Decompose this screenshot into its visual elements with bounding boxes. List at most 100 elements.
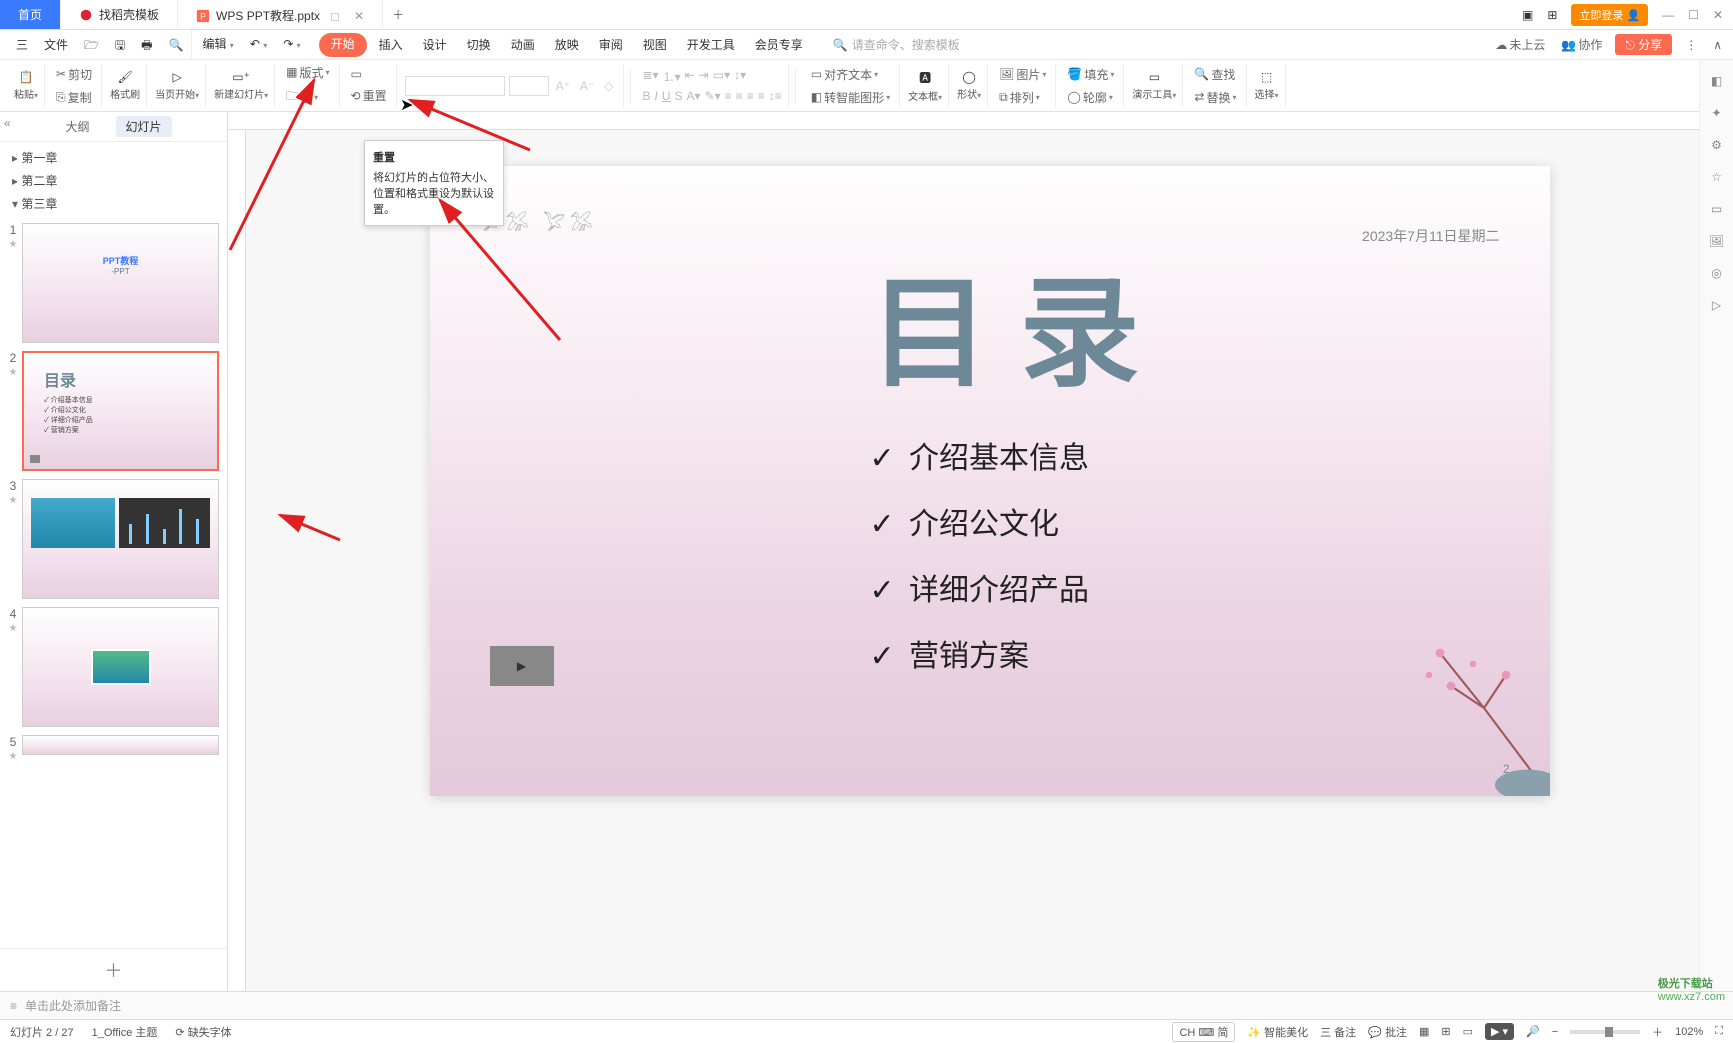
- view-normal-icon[interactable]: ▦: [1419, 1025, 1429, 1038]
- find-button[interactable]: 🔍 查找: [1191, 64, 1238, 85]
- textbox-button[interactable]: 文本框▾: [908, 88, 942, 103]
- comments-toggle[interactable]: 💬 批注: [1368, 1024, 1407, 1040]
- numbering-icon[interactable]: ⒈▾: [663, 68, 681, 85]
- align-justify-icon[interactable]: ≡: [758, 89, 765, 103]
- zoom-value[interactable]: 102%: [1675, 1026, 1703, 1038]
- cut-button[interactable]: ✂ 剪切: [53, 64, 95, 85]
- arrange-button[interactable]: ⧉ 排列▾: [996, 87, 1043, 108]
- tab-insert[interactable]: 插入: [369, 31, 413, 59]
- tab-close-icon[interactable]: ✕: [354, 9, 364, 23]
- align-left-icon[interactable]: ≡: [725, 89, 732, 103]
- clear-format-icon[interactable]: ◇: [601, 77, 616, 95]
- demo-tools-icon[interactable]: ▭: [1149, 70, 1160, 84]
- star-icon[interactable]: ★: [9, 239, 18, 250]
- view-sorter-icon[interactable]: ⊞: [1441, 1025, 1450, 1038]
- slide-thumbnail-5[interactable]: [22, 735, 219, 755]
- zoom-in-icon[interactable]: ＋: [1652, 1024, 1663, 1040]
- align-right-icon[interactable]: ≡: [747, 89, 754, 103]
- slide-title[interactable]: 目录: [870, 236, 1170, 410]
- dock-ai-icon[interactable]: ✦: [1711, 106, 1721, 120]
- font-size-select[interactable]: [509, 76, 549, 96]
- dock-object-icon[interactable]: ▭: [1711, 202, 1722, 216]
- collapse-ribbon-icon[interactable]: ∧: [1710, 36, 1725, 54]
- star-icon[interactable]: ★: [9, 495, 18, 506]
- decrease-font-icon[interactable]: A⁻: [577, 77, 597, 95]
- line-spacing-icon[interactable]: ↕≡: [769, 89, 782, 103]
- layout-switch-icon[interactable]: ▣: [1522, 8, 1533, 22]
- format-painter-icon[interactable]: 🖌: [117, 70, 132, 84]
- add-slide-button[interactable]: ＋: [0, 948, 227, 991]
- fit-screen-icon[interactable]: ⛶: [1715, 1025, 1723, 1038]
- new-slide-icon[interactable]: ▭⁺: [232, 70, 250, 84]
- play-from-button[interactable]: 当页开始▾: [155, 86, 199, 101]
- dock-present-icon[interactable]: ▷: [1712, 298, 1721, 312]
- new-slide-button[interactable]: 新建幻灯片▾: [214, 86, 268, 101]
- italic-icon[interactable]: I: [655, 89, 658, 103]
- select-icon[interactable]: ⬚: [1261, 70, 1272, 84]
- indent-left-icon[interactable]: ⇤: [685, 68, 695, 85]
- dock-image-icon[interactable]: 🖼: [1709, 234, 1724, 248]
- bold-icon[interactable]: B: [643, 89, 651, 103]
- text-direction-button[interactable]: ▭: [348, 65, 365, 83]
- tab-view[interactable]: 视图: [633, 31, 677, 59]
- underline-icon[interactable]: U: [662, 89, 671, 103]
- paste-icon[interactable]: 📋: [19, 70, 34, 84]
- align-center-icon[interactable]: ≡: [736, 89, 743, 103]
- slide-thumbnail-2[interactable]: 目录 ✓ 介绍基本信息 ✓ 介绍公文化 ✓ 详细介绍产品 ✓ 营销方案: [22, 351, 219, 471]
- reading-icon[interactable]: ▭▾: [713, 68, 730, 85]
- slide-thumbnail-4[interactable]: [22, 607, 219, 727]
- star-icon[interactable]: ★: [9, 623, 18, 634]
- view-reading-icon[interactable]: ▭: [1463, 1025, 1473, 1038]
- demo-tools-button[interactable]: 演示工具▾: [1132, 86, 1176, 101]
- missing-fonts[interactable]: ⟳ 缺失字体: [175, 1024, 231, 1040]
- apps-icon[interactable]: ⊞: [1547, 8, 1557, 22]
- dock-star-icon[interactable]: ☆: [1711, 170, 1722, 184]
- paste-button[interactable]: 粘贴▾: [14, 86, 38, 101]
- tab-home[interactable]: 首页: [0, 0, 61, 29]
- chapter-item[interactable]: 第二章: [8, 169, 219, 192]
- layout-button[interactable]: ▦ 版式▾: [283, 62, 332, 83]
- star-icon[interactable]: ★: [9, 367, 18, 378]
- shape-icon[interactable]: ◯: [962, 70, 975, 84]
- tab-start[interactable]: 开始: [319, 33, 367, 57]
- window-maximize-icon[interactable]: ☐: [1688, 8, 1699, 22]
- collapse-panel-icon[interactable]: «: [4, 116, 11, 130]
- edit-menu[interactable]: 编辑 ▾: [191, 30, 241, 60]
- print-icon[interactable]: 🖶: [133, 31, 160, 59]
- convert-smart-button[interactable]: ◧ 转智能图形▾: [808, 87, 893, 108]
- chapter-item[interactable]: 第一章: [8, 146, 219, 169]
- remarks-toggle[interactable]: 三 备注: [1320, 1024, 1356, 1040]
- hamburger-icon[interactable]: 三: [8, 31, 36, 59]
- window-close-icon[interactable]: ✕: [1713, 8, 1723, 22]
- window-minimize-icon[interactable]: —: [1662, 8, 1674, 22]
- tab-slideshow[interactable]: 放映: [545, 31, 589, 59]
- chapter-item[interactable]: 第三章: [8, 192, 219, 215]
- strike-icon[interactable]: S: [675, 89, 683, 103]
- indent-right-icon[interactable]: ⇥: [699, 68, 709, 85]
- format-painter-button[interactable]: 格式刷: [110, 86, 140, 101]
- cloud-status[interactable]: ☁ 未上云: [1492, 34, 1548, 55]
- tab-animation[interactable]: 动画: [501, 31, 545, 59]
- play-icon[interactable]: ▷: [172, 70, 181, 84]
- bullets-icon[interactable]: ≣▾: [643, 68, 659, 85]
- font-color-icon[interactable]: A▾: [687, 89, 701, 103]
- copy-button[interactable]: ⎘ 复制: [53, 87, 95, 108]
- dock-location-icon[interactable]: ◎: [1711, 266, 1721, 280]
- tab-templates[interactable]: 找稻壳模板: [61, 0, 178, 29]
- slide-thumbnail-1[interactable]: PPT教程-PPT: [22, 223, 219, 343]
- beautify-button[interactable]: ✨ 智能美化: [1247, 1024, 1308, 1040]
- tab-review[interactable]: 审阅: [589, 31, 633, 59]
- slide-canvas[interactable]: 𓅯 𓅮 𓅯 𓅮 2023年7月11日星期二 目录 介绍基本信息 介绍公文化 详细…: [430, 166, 1550, 796]
- share-button[interactable]: ⎋ 分享: [1615, 34, 1672, 55]
- fill-button[interactable]: 🪣 填充▾: [1064, 64, 1117, 85]
- open-icon[interactable]: 🗁: [76, 31, 107, 59]
- tab-pin-icon[interactable]: ◻: [330, 9, 340, 23]
- new-tab-button[interactable]: ＋: [383, 0, 413, 29]
- font-family-select[interactable]: [405, 76, 505, 96]
- more-menu-icon[interactable]: ⋮: [1682, 36, 1700, 54]
- view-slideshow-icon[interactable]: ▶ ▾: [1485, 1023, 1514, 1040]
- save-icon[interactable]: 🖫: [107, 31, 133, 59]
- file-menu[interactable]: 文件: [36, 31, 76, 59]
- slides-tab[interactable]: 幻灯片: [116, 116, 172, 137]
- undo-button[interactable]: ↶ ▾: [242, 30, 275, 60]
